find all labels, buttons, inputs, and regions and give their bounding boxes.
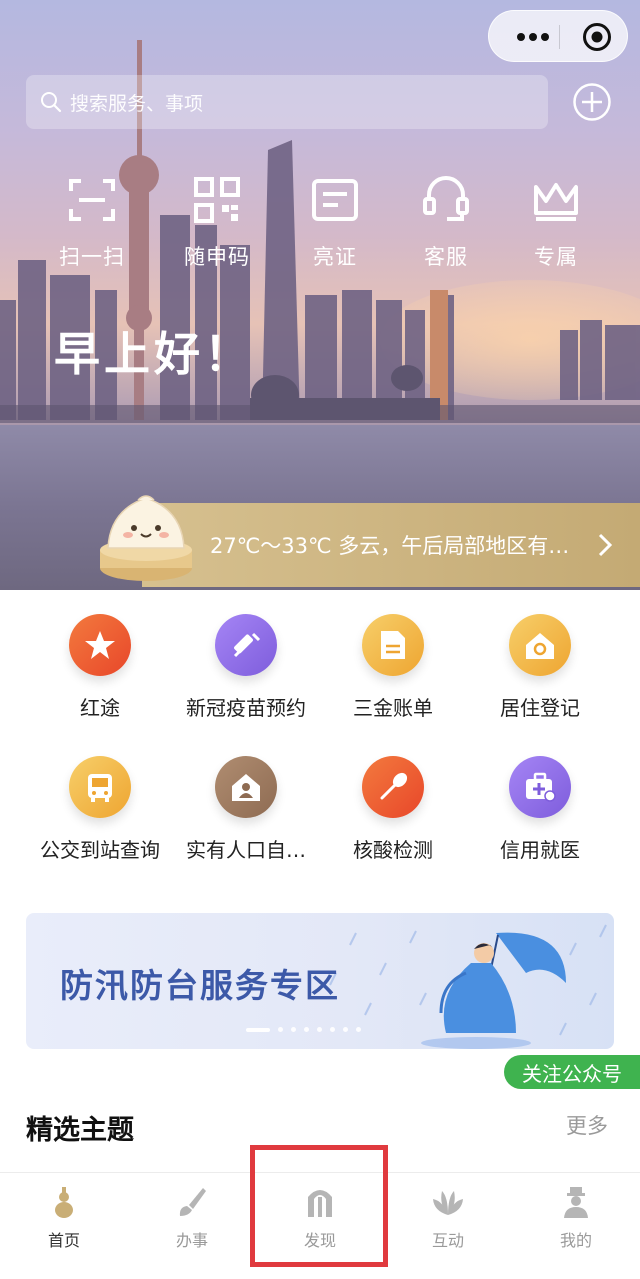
service-label: 信用就医 [500,838,580,862]
headset-icon [423,176,469,221]
service-label: 三金账单 [353,696,433,720]
service-credit-medical[interactable]: 信用就医 [465,756,615,863]
search-placeholder: 搜索服务、事项 [70,92,204,115]
service-label: 核酸检测 [353,838,433,862]
home-icon [509,614,571,676]
tab-services[interactable]: 办事 [128,1185,256,1251]
gourd-icon [55,1187,73,1218]
service-label: 新冠疫苗预约 [186,696,306,720]
tab-interact[interactable]: 互动 [384,1185,512,1251]
bill-icon [362,614,424,676]
featured-more-link[interactable]: 更多 [566,1110,608,1140]
quick-action-exclusive[interactable]: 专属 [506,175,606,271]
chevron-right-icon [598,533,612,557]
add-icon[interactable] [572,82,612,122]
search-bar[interactable]: 搜索服务、事项 [26,75,548,129]
tab-me[interactable]: 我的 [512,1185,640,1251]
pagination-dot [356,1027,361,1032]
pagination-dot [278,1027,283,1032]
star-flag-icon [69,614,131,676]
service-hongtu[interactable]: 红途 [25,614,175,721]
brush-icon [179,1188,206,1216]
search-icon [41,92,62,113]
qr-code-icon [194,177,240,223]
service-label: 实有人口自… [186,838,306,862]
person-house-icon [215,756,277,818]
pagination-dot [304,1027,309,1032]
syringe-icon [215,614,277,676]
discover-tab-highlight-box [250,1145,388,1267]
service-label: 居住登记 [500,696,580,720]
bus-icon [69,756,131,818]
service-label: 公交到站查询 [40,838,160,862]
tab-label: 互动 [431,1231,464,1250]
quick-action-label: 扫一扫 [59,245,125,269]
quick-action-label: 亮证 [313,245,357,269]
pagination-dot [343,1027,348,1032]
pagination-dot [291,1027,296,1032]
weather-bar[interactable]: 27℃～33℃ 多云，午后局部地区有… [142,503,640,587]
quick-action-scan[interactable]: 扫一扫 [42,175,142,271]
service-label: 红途 [80,696,120,720]
quick-action-label: 随申码 [184,245,250,269]
quick-action-show-id[interactable]: 亮证 [285,175,385,271]
banner-title: 防汛防台服务专区 [60,966,340,1005]
service-bus-arrival[interactable]: 公交到站查询 [25,756,175,863]
person-icon [564,1187,588,1218]
tab-label: 我的 [559,1231,592,1250]
magnolia-icon [433,1191,463,1215]
pagination-dot-active [246,1027,270,1032]
service-three-funds-bill[interactable]: 三金账单 [318,614,468,721]
tab-label: 首页 [47,1231,80,1250]
quick-action-customer-service[interactable]: 客服 [396,175,496,271]
quick-action-health-code[interactable]: 随申码 [167,175,267,271]
service-resident-population[interactable]: 实有人口自… [171,756,321,863]
tab-home[interactable]: 首页 [0,1185,128,1251]
follow-official-account-button[interactable]: 关注公众号 [504,1055,640,1089]
capsule-divider [559,25,560,49]
pagination-dot [317,1027,322,1032]
xiaolongbao-mascot-icon [100,495,192,581]
swab-icon [362,756,424,818]
scan-icon [69,179,115,221]
ellipsis-icon[interactable] [507,11,559,63]
target-close-icon[interactable] [571,11,623,63]
quick-action-label: 客服 [424,245,468,269]
featured-section-title: 精选主题 [26,1115,134,1146]
service-vaccine-booking[interactable]: 新冠疫苗预约 [171,614,321,721]
greeting-text: 早上好！ [54,327,254,381]
service-nucleic-acid-test[interactable]: 核酸检测 [318,756,468,863]
quick-action-label: 专属 [534,245,578,269]
tab-label: 办事 [175,1231,208,1250]
pagination-dot [330,1027,335,1032]
weather-text: 27℃～33℃ 多云，午后局部地区有… [210,534,570,558]
mini-program-capsule [488,10,628,62]
umbrella-girl-illustration [421,932,566,1049]
banner-pagination [246,1027,361,1032]
crown-icon [534,183,578,221]
id-card-icon [312,179,358,221]
medical-kit-icon [509,756,571,818]
service-residence-registration[interactable]: 居住登记 [465,614,615,721]
